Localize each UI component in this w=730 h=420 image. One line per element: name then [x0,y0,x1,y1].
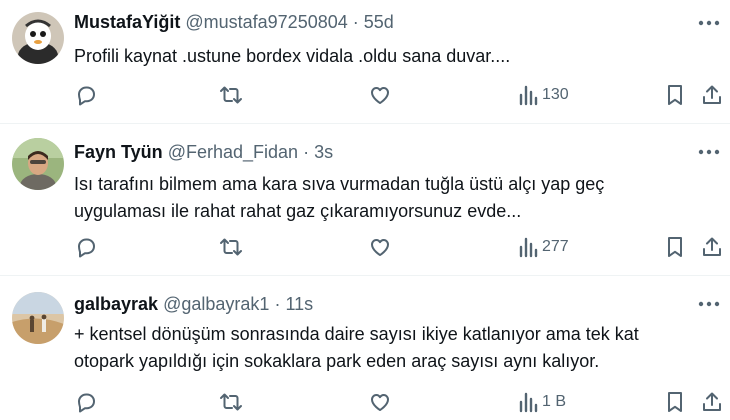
timestamp[interactable]: 3s [314,142,333,162]
user-handle[interactable]: @mustafa97250804 [185,12,347,32]
tweet-mustafayigit[interactable]: MustafaYiğit @mustafa97250804 · 55d Prof… [0,0,730,123]
more-icon[interactable] [696,141,722,163]
user-handle[interactable]: @galbayrak1 [163,294,269,314]
avatar[interactable] [12,138,64,190]
views-button[interactable]: 1 B [518,389,566,415]
share-button[interactable] [701,389,723,415]
bookmark-icon [664,235,686,259]
tweet-header: galbayrak @galbayrak1 · 11s [74,293,313,315]
more-icon[interactable] [696,12,722,34]
display-name[interactable]: galbayrak [74,294,158,314]
bookmark-button[interactable] [664,389,686,415]
tweet-header: Fayn Tyün @Ferhad_Fidan · 3s [74,141,333,163]
bookmark-button[interactable] [664,82,686,108]
repost-button[interactable] [218,234,244,260]
reply-icon [74,390,98,414]
reply-icon [74,235,98,259]
share-icon [701,235,723,259]
reply-button[interactable] [74,82,98,108]
reply-button[interactable] [74,234,98,260]
like-icon [368,235,392,259]
display-name[interactable]: MustafaYiğit [74,12,180,32]
repost-icon [218,390,244,414]
views-count: 130 [542,86,569,103]
bookmark-icon [664,390,686,414]
tweet-galbayrak[interactable]: galbayrak @galbayrak1 · 11s + kentsel dö… [0,276,730,420]
like-icon [368,83,392,107]
like-button[interactable] [368,389,392,415]
avatar[interactable] [12,292,64,344]
views-button[interactable]: 277 [518,234,569,260]
more-icon[interactable] [696,293,722,315]
like-icon [368,390,392,414]
bookmark-button[interactable] [664,234,686,260]
separator-dot: · [274,294,281,314]
avatar[interactable] [12,12,64,64]
views-count: 277 [542,238,569,255]
views-icon [518,84,538,106]
reply-icon [74,83,98,107]
views-icon [518,236,538,258]
tweet-text: Profili kaynat .ustune bordex vidala .ol… [74,46,511,66]
user-handle[interactable]: @Ferhad_Fidan [168,142,298,162]
share-button[interactable] [701,82,723,108]
repost-button[interactable] [218,389,244,415]
reply-feed: MustafaYiğit @mustafa97250804 · 55d Prof… [0,0,730,420]
bookmark-icon [664,83,686,107]
views-icon [518,391,538,413]
tweet-text: + kentsel dönüşüm sonrasında daire sayıs… [74,324,639,371]
timestamp[interactable]: 55d [364,12,394,32]
tweet-text: Isı tarafını bilmem ama kara sıva vurmad… [74,174,605,221]
tweet-actions: 130 [74,82,724,108]
like-button[interactable] [368,82,392,108]
views-button[interactable]: 130 [518,82,569,108]
like-button[interactable] [368,234,392,260]
share-button[interactable] [701,234,723,260]
tweet-header: MustafaYiğit @mustafa97250804 · 55d [74,11,394,33]
share-icon [701,390,723,414]
repost-button[interactable] [218,82,244,108]
display-name[interactable]: Fayn Tyün [74,142,163,162]
repost-icon [218,235,244,259]
tweet-fayntyun[interactable]: Fayn Tyün @Ferhad_Fidan · 3s Isı tarafın… [0,124,730,275]
tweet-actions: 1 B [74,389,724,415]
reply-button[interactable] [74,389,98,415]
separator-dot: · [303,142,310,162]
timestamp[interactable]: 11s [285,294,313,314]
repost-icon [218,83,244,107]
views-count: 1 B [542,393,567,410]
tweet-actions: 277 [74,234,724,260]
share-icon [701,83,723,107]
separator-dot: · [352,12,359,32]
